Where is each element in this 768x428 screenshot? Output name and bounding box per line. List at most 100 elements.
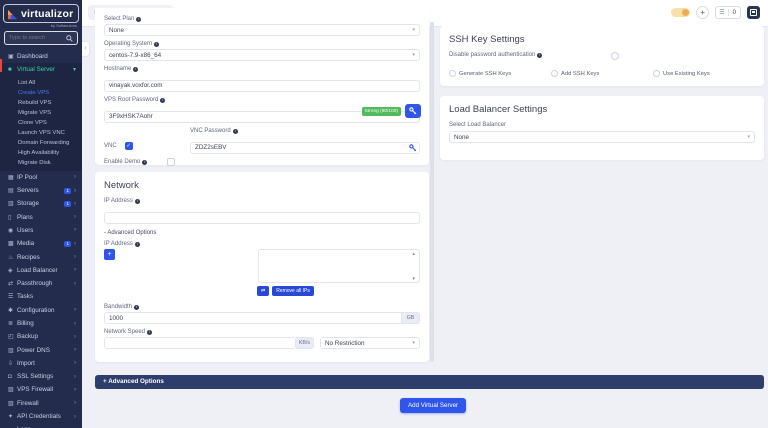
restriction-dropdown[interactable]: No Restriction ▾	[320, 337, 420, 349]
sidebar-collapse-handle[interactable]: ‹	[82, 42, 89, 56]
sidebar-subitem-list-all[interactable]: List All	[0, 78, 82, 88]
load-balancer-value: None	[454, 133, 470, 141]
sidebar-item-plans[interactable]: ▯ Plans ›	[0, 210, 82, 223]
disable-password-checkbox[interactable]	[611, 52, 619, 60]
load-balancer-dropdown[interactable]: None ▾	[449, 131, 755, 143]
network-advanced-toggle[interactable]: - Advanced Options	[104, 230, 420, 236]
sidebar-item-tasks[interactable]: ☰ Tasks	[0, 290, 82, 303]
info-icon	[142, 159, 148, 165]
import-icon: ⇩	[8, 360, 14, 367]
add-virtual-server-button[interactable]: Add Virtual Server	[400, 398, 467, 413]
chevron-right-icon: ›	[74, 386, 76, 393]
sort-down-icon[interactable]: ▼	[412, 276, 416, 281]
admin-panel-button[interactable]	[747, 6, 760, 19]
virtualizor-logo-icon	[8, 9, 18, 19]
sidebar-item-storage[interactable]: ▥ Storage 1 ›	[0, 197, 82, 210]
logo[interactable]: virtualizor	[3, 4, 79, 23]
remove-all-ips-button[interactable]: Remove all IPs	[272, 286, 314, 296]
chevron-right-icon: ›	[74, 267, 76, 274]
sidebar-item-load-balancer[interactable]: ◈ Load Balancer ›	[0, 264, 82, 277]
sidebar-item-ip-pool[interactable]: ▦ IP Pool ›	[0, 171, 82, 184]
sidebar-item-recipes[interactable]: ♨ Recipes ›	[0, 250, 82, 263]
add-ssh-keys-option[interactable]: Add SSH Keys	[551, 70, 653, 77]
sidebar-item-passthrough[interactable]: ⇄ Passthrough ›	[0, 277, 82, 290]
vps-settings-card: Select Plan None ▾ Operating System cento…	[95, 8, 429, 166]
ip-list-box[interactable]: ▲ ▼	[258, 249, 420, 283]
sidebar-subitem-domain-forwarding[interactable]: Domain Forwarding	[0, 138, 82, 148]
sidebar-subitem-high-availability[interactable]: High Availability	[0, 148, 82, 158]
firewall-icon: ▨	[8, 400, 14, 407]
count-badge: 1	[64, 187, 71, 194]
ssh-key-settings-card: SSH Key Settings Disable password authen…	[440, 26, 764, 86]
generate-vnc-password-button[interactable]	[409, 139, 417, 157]
hostname-input[interactable]	[104, 79, 420, 92]
radio-icon	[551, 70, 558, 77]
api-credentials-icon: ✦	[8, 414, 14, 421]
sidebar-subitem-rebuild-vps[interactable]: Rebuild VPS	[0, 98, 82, 108]
load-balancer-title: Load Balancer Settings	[449, 104, 548, 115]
enable-demo-checkbox[interactable]	[167, 158, 176, 166]
select-load-balancer-label: Select Load Balancer	[449, 122, 507, 128]
info-icon	[133, 66, 139, 72]
vnc-password-input[interactable]	[190, 141, 420, 154]
vps-firewall-icon: ▧	[8, 387, 14, 394]
theme-toggle[interactable]	[671, 8, 691, 17]
advanced-options-bar[interactable]: + Advanced Options	[95, 375, 764, 389]
ssh-title: SSH Key Settings	[449, 34, 525, 45]
sidebar-item-firewall[interactable]: ▨ Firewall ›	[0, 397, 82, 410]
use-existing-keys-option[interactable]: Use Existing Keys	[653, 70, 755, 77]
add-ip-button[interactable]: +	[104, 249, 115, 260]
os-dropdown[interactable]: centos-7.9-x86_64 ▾	[104, 49, 420, 61]
sidebar-item-label: Import	[17, 359, 35, 367]
sidebar-item-dashboard[interactable]: ▣ Dashboard	[0, 50, 82, 63]
radio-icon	[449, 70, 456, 77]
swap-ip-button[interactable]: ⇄	[257, 286, 270, 296]
sort-up-icon[interactable]: ▲	[412, 251, 416, 256]
sidebar-search-input[interactable]	[9, 35, 66, 41]
select-plan-dropdown[interactable]: None ▾	[104, 24, 420, 36]
sidebar-menu: ▣ Dashboard ■ Virtual Server ▾ List All Create…	[0, 50, 82, 428]
chevron-right-icon: ›	[74, 240, 76, 247]
os-value: centos-7.9-x86_64	[109, 51, 162, 59]
generate-password-button[interactable]	[405, 104, 421, 118]
sidebar-item-label: Servers	[17, 187, 39, 195]
sidebar-subitem-create-vps[interactable]: Create VPS	[0, 88, 82, 98]
sidebar-item-ssl-settings[interactable]: ◘ SSL Settings ›	[0, 370, 82, 383]
tasks-counter[interactable]: ☰ 0	[715, 6, 741, 19]
sidebar-item-billing[interactable]: ≣ Billing ›	[0, 317, 82, 330]
sidebar-subitem-migrate-disk[interactable]: Migrate Disk	[0, 158, 82, 168]
sidebar-item-logs[interactable]: ▭Logs›	[0, 423, 82, 428]
content-scrollbar[interactable]	[430, 22, 434, 362]
key-icon	[409, 143, 417, 151]
sidebar-item-configuration[interactable]: ✱ Configuration ›	[0, 304, 82, 317]
sidebar-item-backup[interactable]: ◰ Backup ›	[0, 330, 82, 343]
sidebar-item-servers[interactable]: ▤ Servers 1 ›	[0, 184, 82, 197]
network-speed-unit: KB/s	[295, 337, 314, 349]
sidebar-item-media[interactable]: ▩ Media 1 ›	[0, 237, 82, 250]
sidebar-item-label: Firewall	[17, 399, 39, 407]
sidebar-item-import[interactable]: ⇩ Import ›	[0, 357, 82, 370]
generate-ssh-keys-label: Generate SSH Keys	[459, 70, 512, 77]
bandwidth-input[interactable]	[104, 312, 402, 324]
sidebar-item-vps-firewall[interactable]: ▧ VPS Firewall ›	[0, 383, 82, 396]
sidebar-item-label: VPS Firewall	[17, 386, 54, 394]
quick-add-button[interactable]: +	[696, 6, 710, 19]
ip-address-input[interactable]	[104, 211, 420, 224]
sidebar-subitem-migrate-vps[interactable]: Migrate VPS	[0, 108, 82, 118]
sidebar-item-api-credentials[interactable]: ✦ API Credentials ›	[0, 410, 82, 423]
sidebar-subitem-clone-vps[interactable]: Clone VPS	[0, 118, 82, 128]
sidebar-item-power-dns[interactable]: ▥ Power DNS ›	[0, 343, 82, 356]
network-speed-input[interactable]	[104, 337, 296, 349]
vnc-password-label: VNC Password	[190, 128, 231, 134]
info-icon	[134, 304, 140, 310]
sidebar-item-users[interactable]: ◉ Users ›	[0, 224, 82, 237]
count-badge: 1	[64, 240, 71, 247]
generate-ssh-keys-option[interactable]: Generate SSH Keys	[449, 70, 551, 77]
sidebar-item-label: Power DNS	[17, 346, 50, 354]
active-item-indicator	[0, 59, 2, 72]
info-icon	[232, 128, 238, 134]
password-strength-badge: Strong (90/100)	[361, 106, 401, 116]
vnc-checkbox[interactable]: ✓	[124, 141, 133, 150]
sidebar-item-virtual-server[interactable]: ■ Virtual Server ▾	[0, 63, 82, 77]
sidebar-subitem-launch-vps-vnc[interactable]: Launch VPS VNC	[0, 128, 82, 138]
